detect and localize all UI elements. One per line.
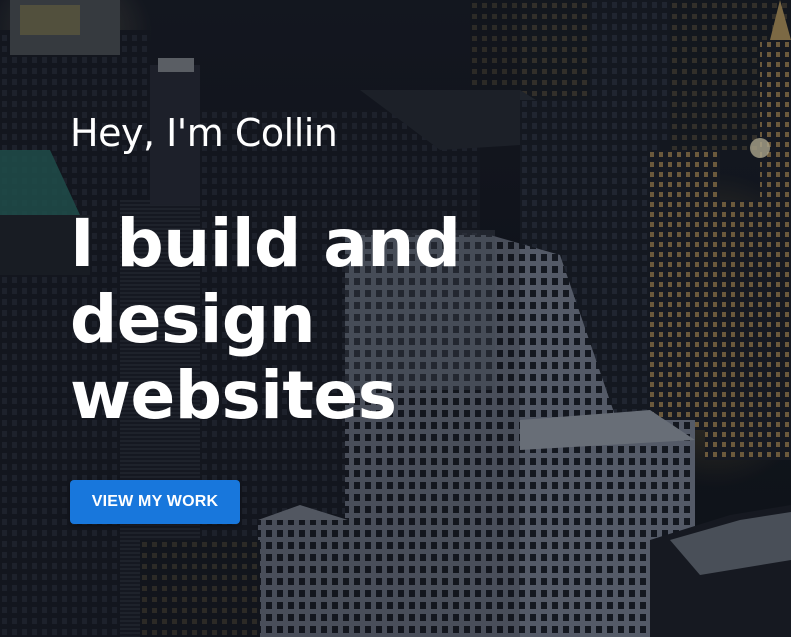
hero-headline: I build and design websites xyxy=(70,205,461,434)
hero-section: Hey, I'm Collin I build and design websi… xyxy=(0,0,791,637)
greeting-text: Hey, I'm Collin xyxy=(70,111,338,155)
view-my-work-button[interactable]: VIEW MY WORK xyxy=(70,480,240,524)
